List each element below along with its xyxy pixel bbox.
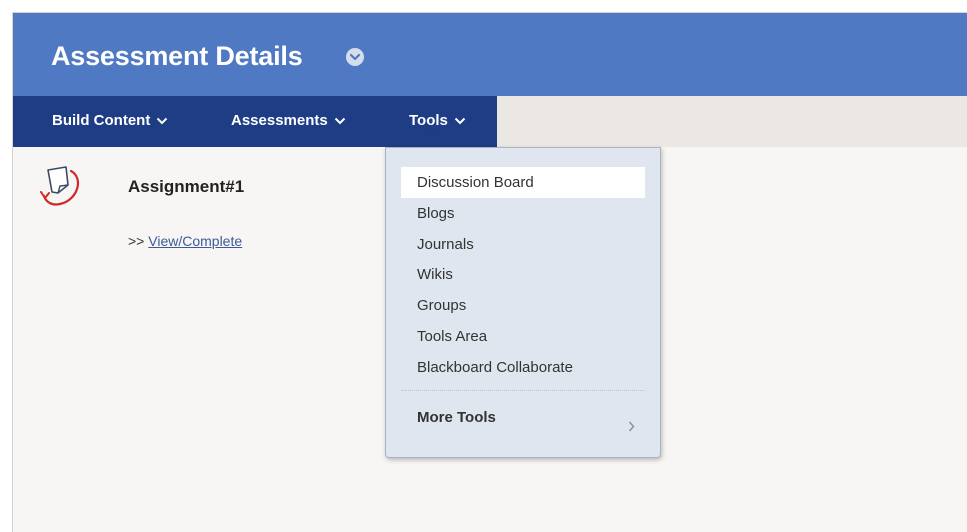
chevron-right-icon: [628, 413, 635, 443]
view-complete-link[interactable]: View/Complete: [148, 233, 242, 249]
page-header: Assessment Details: [13, 13, 967, 96]
chevron-down-circle-icon[interactable]: [346, 48, 364, 66]
tools-dropdown-menu: Discussion Board Blogs Journals Wikis Gr…: [385, 147, 661, 458]
nav-build-content-label: Build Content: [52, 112, 151, 129]
nav-tools-label: Tools: [409, 112, 448, 129]
assignment-title: Assignment#1: [128, 177, 245, 196]
menu-item-discussion-board[interactable]: Discussion Board: [401, 167, 645, 198]
content-frame: Assessment Details Build Content Assessm…: [12, 12, 967, 532]
tools-active-indicator: [425, 128, 441, 135]
course-nav-bar: Build Content Assessments Tools: [13, 96, 967, 147]
link-prefix: >>: [128, 233, 145, 249]
menu-item-blackboard-collaborate[interactable]: Blackboard Collaborate: [401, 352, 645, 383]
menu-divider: [401, 390, 645, 391]
nav-build-content[interactable]: Build Content: [52, 96, 168, 147]
chevron-down-icon: [156, 96, 168, 146]
menu-item-journals[interactable]: Journals: [401, 229, 645, 260]
page-title: Assessment Details: [51, 41, 303, 71]
view-complete-line: >> View/Complete: [128, 233, 242, 249]
menu-item-tools-area[interactable]: Tools Area: [401, 321, 645, 352]
menu-item-wikis[interactable]: Wikis: [401, 259, 645, 290]
nav-menu-group: Build Content Assessments: [13, 96, 385, 147]
chevron-down-icon: [334, 96, 346, 146]
assignment-icon: [40, 165, 86, 214]
nav-assessments-label: Assessments: [231, 112, 328, 129]
menu-item-more-tools[interactable]: More Tools: [401, 403, 645, 433]
chevron-down-icon: [454, 96, 466, 146]
menu-item-blogs[interactable]: Blogs: [401, 198, 645, 229]
nav-assessments[interactable]: Assessments: [231, 96, 346, 147]
menu-item-groups[interactable]: Groups: [401, 290, 645, 321]
nav-tools[interactable]: Tools: [385, 96, 497, 147]
more-tools-label: More Tools: [417, 409, 496, 426]
